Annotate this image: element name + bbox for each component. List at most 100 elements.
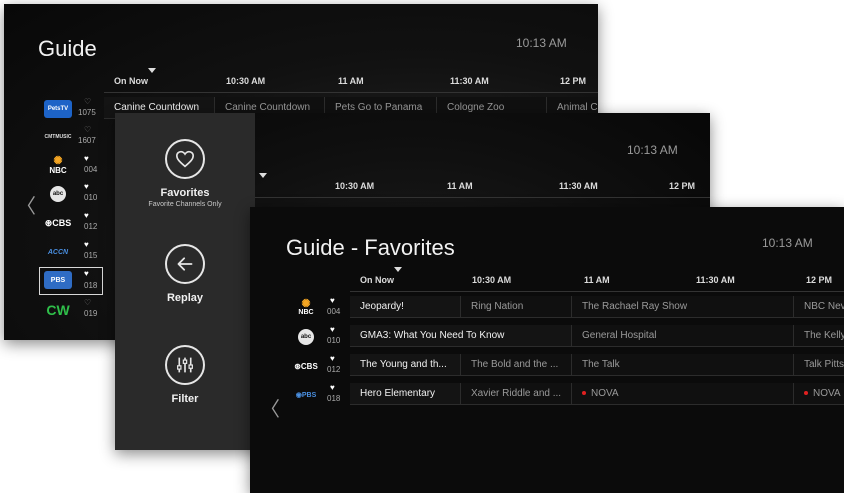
channel-logo: CBS (52, 218, 72, 228)
program-title: NOVA (813, 388, 841, 399)
program-cell[interactable]: General Hospital (572, 325, 794, 347)
channel-number: 1607 (78, 136, 96, 145)
heart-filled-icon[interactable]: ♥ (330, 325, 335, 334)
filter-label: Filter (171, 393, 199, 405)
channel-logo: NBC (49, 166, 67, 175)
time-label: On Now (114, 76, 148, 86)
favorites-sublabel: Favorite Channels Only (148, 201, 222, 208)
program-cell[interactable]: Hero Elementary (350, 383, 461, 405)
channel-row[interactable]: abc ♥ 010 GMA3: What You Need To Know Ge… (288, 325, 844, 348)
channel-logo: abc (50, 186, 66, 202)
channel-row[interactable]: CW ♡ 019 (40, 298, 110, 321)
program-cell[interactable]: Ring Nation (461, 296, 572, 318)
program-cell[interactable]: GMA3: What You Need To Know (350, 325, 572, 347)
channel-row[interactable]: ⊛ CBS ♥ 012 (40, 211, 110, 234)
time-label: On Now (360, 275, 394, 285)
replay-menu-item[interactable]: Replay (115, 244, 255, 304)
clock: 10:13 AM (762, 236, 813, 250)
channel-number: 015 (84, 251, 98, 260)
new-episode-dot-icon (804, 391, 808, 396)
channel-logo: abc (298, 329, 314, 345)
program-cell[interactable]: The Bold and the ... (461, 354, 572, 376)
channel-number: 1075 (78, 108, 96, 117)
channel-row[interactable]: ✺ NBC ♥ 004 (40, 154, 110, 177)
program-cell-with-marker[interactable]: NOVA (572, 383, 794, 405)
channel-row-selected[interactable]: PBS ♥ 018 (39, 267, 103, 295)
guide-favorites-screen: Guide - Favorites 10:13 AM On Now 10:30 … (250, 207, 844, 493)
time-label: 10:30 AM (335, 181, 375, 191)
favorites-menu-item[interactable]: Favorites Favorite Channels Only (115, 139, 255, 208)
pbs-logo-icon: ◉ PBS (295, 391, 317, 400)
channel-logo: NBC (298, 309, 314, 316)
program-cell[interactable]: The Kelly (794, 325, 844, 347)
sliders-icon (165, 345, 205, 385)
channel-logo: CMTMUSIC (44, 134, 72, 140)
time-label: 12 PM (806, 275, 833, 285)
channel-number: 019 (84, 309, 98, 318)
clock: 10:13 AM (516, 36, 567, 50)
channel-logo: CW (46, 302, 70, 318)
channel-row[interactable]: ✺ NBC ♥ 004 Jeopardy! Ring Nation The Rac… (288, 296, 844, 319)
heart-filled-icon[interactable]: ♥ (84, 211, 89, 220)
time-label: 11:30 AM (450, 76, 489, 86)
program-cell[interactable]: NBC Nev (794, 296, 844, 318)
heart-outline-icon[interactable]: ♡ (84, 97, 91, 106)
time-label: 11 AM (447, 181, 473, 191)
channel-number: 004 (84, 165, 98, 174)
side-menu: Favorites Favorite Channels Only Replay … (115, 113, 255, 450)
heart-filled-icon[interactable]: ♥ (330, 383, 335, 392)
channel-number: 018 (327, 394, 341, 403)
heart-outline-icon[interactable]: ♡ (84, 125, 91, 134)
heart-filled-icon[interactable]: ♥ (330, 354, 335, 363)
channel-number: 010 (84, 193, 98, 202)
heart-filled-icon[interactable]: ♥ (84, 269, 89, 278)
program-cell[interactable]: The Young and th... (350, 354, 461, 376)
channel-row[interactable]: ⊛ CBS ♥ 012 The Young and th... The Bold … (288, 354, 844, 377)
heart-filled-icon[interactable]: ♥ (84, 154, 89, 163)
chevron-left-icon[interactable]: 〈 (16, 190, 36, 219)
channel-logo: PBS (301, 391, 317, 399)
channel-row[interactable]: ACCN ♥ 015 (40, 240, 110, 263)
heart-filled-icon[interactable]: ♥ (330, 296, 335, 305)
nbc-peacock-icon: ✺ NBC (49, 155, 67, 176)
channel-number: 012 (84, 222, 98, 231)
abc-logo-icon: abc (44, 185, 72, 203)
heart-filled-icon[interactable]: ♥ (84, 240, 89, 249)
channel-row[interactable]: CMTMUSIC ♡ 1607 (40, 125, 110, 148)
time-label: 12 PM (560, 76, 587, 86)
replay-label: Replay (166, 292, 204, 304)
program-cell[interactable]: Talk Pitts (794, 354, 844, 376)
channel-row[interactable]: abc ♥ 010 (40, 182, 110, 205)
heart-icon (165, 139, 205, 179)
program-cell-with-marker[interactable]: NOVA (794, 383, 844, 405)
channel-logo: PetsTV (44, 100, 72, 118)
time-label: 11:30 AM (696, 275, 735, 285)
time-label: 11:30 AM (559, 181, 598, 191)
program-cell[interactable]: The Rachael Ray Show (572, 296, 794, 318)
program-cell[interactable]: Xavier Riddle and ... (461, 383, 572, 405)
program-title: NOVA (591, 388, 619, 399)
channel-number: 004 (327, 307, 341, 316)
heart-filled-icon[interactable]: ♥ (84, 182, 89, 191)
filter-menu-item[interactable]: Filter (115, 345, 255, 405)
nbc-peacock-icon: ✺ NBC (298, 298, 314, 317)
now-marker-icon (259, 173, 267, 178)
time-header: On Now 10:30 AM 11 AM 11:30 AM 12 PM (350, 267, 844, 292)
program-cell[interactable]: The Talk (572, 354, 794, 376)
channel-number: 018 (84, 281, 98, 290)
chevron-left-icon[interactable]: 〈 (260, 393, 280, 422)
page-title: Guide - Favorites (286, 235, 455, 260)
page-title: Guide (38, 36, 97, 61)
time-label: 11 AM (338, 76, 364, 86)
channel-logo: PBS (44, 271, 72, 289)
time-header: On Now 10:30 AM 11 AM 11:30 AM 12 PM (104, 68, 598, 93)
channel-row[interactable]: ◉ PBS ♥ 018 Hero Elementary Xavier Riddle… (288, 383, 844, 406)
channel-logo: CBS (300, 361, 318, 371)
program-cell[interactable]: Jeopardy! (350, 296, 461, 318)
time-label: 12 PM (669, 181, 696, 191)
favorites-label: Favorites (160, 187, 210, 199)
channel-logo: ACCN (47, 248, 69, 256)
heart-outline-icon[interactable]: ♡ (84, 298, 91, 307)
arrow-left-icon (165, 244, 205, 284)
clock: 10:13 AM (627, 143, 678, 157)
